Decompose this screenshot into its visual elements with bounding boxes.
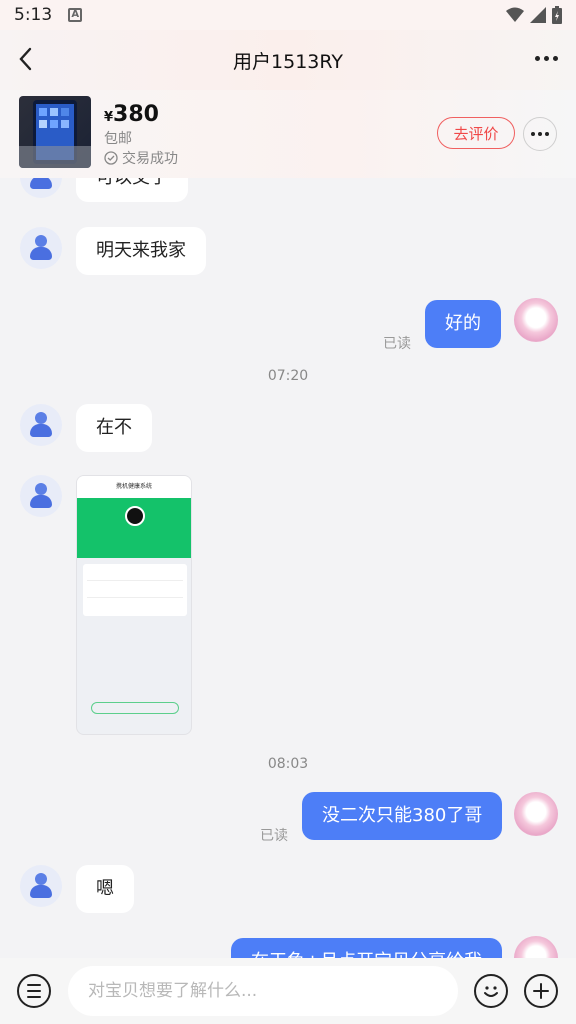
menu-icon[interactable] [17, 974, 51, 1008]
message-bubble-sent: 好的 [425, 300, 501, 348]
plus-icon[interactable] [524, 974, 558, 1008]
back-icon[interactable] [14, 44, 38, 74]
image-message[interactable]: 携机健康系统 [76, 475, 192, 735]
avatar[interactable] [20, 178, 62, 198]
signal-icon [530, 7, 546, 23]
notification-a-icon: A [68, 8, 83, 22]
emoji-icon[interactable] [474, 974, 508, 1008]
message-bubble-received: 嗯 [76, 865, 134, 913]
page-title: 用户1513RY [233, 50, 343, 73]
product-card[interactable]: ¥380 包邮 交易成功 去评价 [0, 90, 576, 178]
status-icons [506, 6, 562, 24]
message-bubble-received: 明天来我家 [76, 227, 206, 275]
message-bubble-sent: 在干鱼+月点开宝贝分享给我 [231, 938, 503, 958]
read-status: 已读 [383, 336, 411, 352]
timestamp: 08:03 [267, 756, 309, 772]
my-avatar[interactable] [514, 298, 558, 342]
my-avatar[interactable] [514, 936, 558, 958]
wifi-icon [506, 7, 524, 22]
input-bar [0, 958, 576, 1024]
read-status: 已读 [260, 828, 288, 844]
product-price: ¥380 [104, 102, 159, 127]
image-title: 携机健康系统 [77, 476, 191, 498]
message-bubble-sent: 没二次只能380了哥 [302, 792, 503, 840]
message-bubble-received: 可以交了 [76, 178, 188, 202]
deal-status: 交易成功 [104, 148, 178, 168]
rate-button[interactable]: 去评价 [437, 117, 515, 149]
timestamp: 07:20 [267, 368, 309, 384]
more-icon[interactable] [535, 56, 558, 61]
status-time: 5:13 [14, 5, 53, 25]
status-bar: 5:13 A [0, 0, 576, 30]
battery-icon [552, 6, 562, 24]
avatar[interactable] [20, 865, 62, 907]
product-thumbnail[interactable] [19, 96, 91, 168]
check-circle-icon [104, 151, 118, 165]
avatar[interactable] [20, 227, 62, 269]
avatar[interactable] [20, 475, 62, 517]
avatar[interactable] [20, 404, 62, 446]
message-bubble-received: 在不 [76, 404, 152, 452]
chat-header: 用户1513RY [0, 30, 576, 90]
message-input[interactable] [68, 966, 458, 1016]
my-avatar[interactable] [514, 792, 558, 836]
shipping-label: 包邮 [104, 131, 132, 147]
product-more-button[interactable] [523, 117, 557, 151]
chat-message-list[interactable]: 可以交了 明天来我家 已读 好的 07:20 在不 携机健康系统 08:03 已… [0, 178, 576, 958]
